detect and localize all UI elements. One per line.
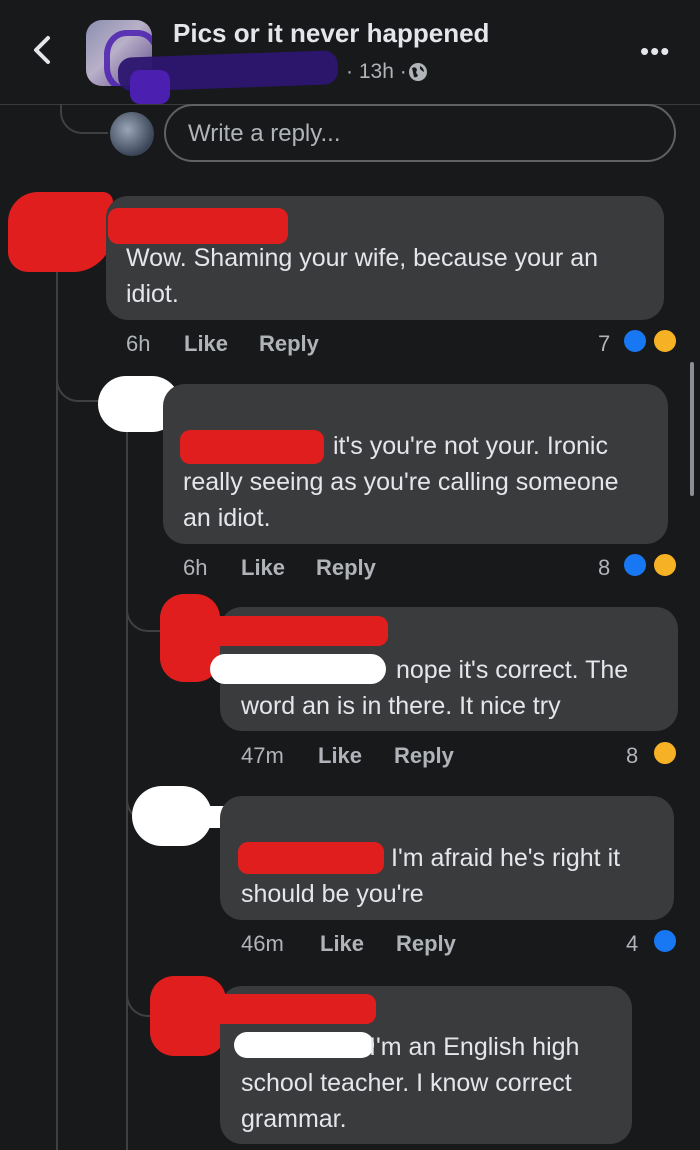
reaction-count[interactable]: 8 [626, 743, 638, 769]
reply-button[interactable]: Reply [259, 331, 319, 357]
comment-text: Wow. Shaming your wife, because your an … [126, 244, 599, 308]
more-options-icon[interactable]: ••• [640, 36, 670, 67]
like-reaction-icon[interactable] [622, 328, 648, 354]
reply-placeholder[interactable]: Write a reply... [188, 120, 340, 148]
redacted-name [108, 208, 288, 244]
like-reaction-icon[interactable] [652, 928, 678, 954]
reaction-count[interactable]: 4 [626, 931, 638, 957]
haha-reaction-icon[interactable] [652, 552, 678, 578]
reply-button[interactable]: Reply [394, 743, 454, 769]
haha-reaction-icon[interactable] [652, 328, 678, 354]
like-button[interactable]: Like [241, 555, 285, 581]
comment-text: I'm an English high school teacher. I kn… [241, 1033, 580, 1133]
thread-connector [60, 104, 108, 134]
comment-time: 6h [126, 331, 151, 356]
scrollbar[interactable] [690, 362, 694, 496]
reply-button[interactable]: Reply [316, 555, 376, 581]
like-button[interactable]: Like [318, 743, 362, 769]
like-button[interactable]: Like [320, 931, 364, 957]
thread-line [56, 270, 58, 1150]
avatar [110, 112, 154, 156]
comment-text: I'm afraid he's right it should be you'r… [241, 844, 621, 908]
redacted-avatar [8, 192, 113, 272]
comment-time: 47m [241, 743, 284, 768]
haha-reaction-icon[interactable] [652, 740, 678, 766]
like-button[interactable]: Like [184, 331, 228, 357]
thread-connector [126, 590, 164, 632]
comment-text: it's you're not your. Ironic really seei… [183, 432, 619, 532]
redacted-name [200, 994, 376, 1024]
globe-icon [409, 63, 427, 81]
reply-button[interactable]: Reply [396, 931, 456, 957]
reaction-count[interactable]: 8 [598, 555, 610, 581]
back-arrow-icon[interactable] [22, 30, 62, 70]
reaction-count[interactable]: 7 [598, 331, 610, 357]
group-title[interactable]: Pics or it never happened [173, 18, 489, 49]
comment-time: 46m [241, 931, 284, 956]
redacted-name [208, 616, 388, 646]
comment-text: nope it's correct. The word an is in the… [241, 656, 629, 720]
comment-time: 6h [183, 555, 208, 580]
redacted-mark [130, 70, 170, 104]
post-time: · 13h · [346, 60, 407, 83]
like-reaction-icon[interactable] [622, 552, 648, 578]
